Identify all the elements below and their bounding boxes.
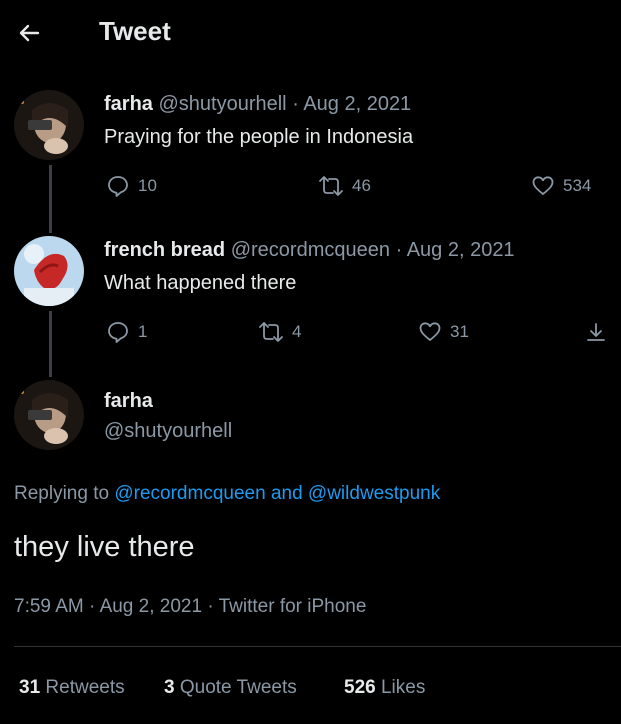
tweet-timestamp: 7:59 AM · Aug 2, 2021 · Twitter for iPho…: [14, 596, 366, 618]
retweet-icon: [318, 174, 344, 198]
like-count: 31: [450, 322, 469, 341]
separator-dot: ·: [292, 93, 299, 115]
page-title: Tweet: [99, 16, 171, 46]
author-handle[interactable]: @shutyourhell: [158, 93, 286, 115]
tweet-text: Praying for the people in Indonesia: [104, 126, 414, 148]
tweet-date[interactable]: Aug 2, 2021: [100, 596, 202, 617]
quote-tweets-count: 3: [164, 677, 175, 698]
likes-stat[interactable]: 526 Likes: [344, 677, 425, 699]
avatar[interactable]: [14, 380, 84, 450]
heart-icon: [531, 174, 555, 198]
replying-to: Replying to @recordmcqueen and @wildwest…: [14, 483, 440, 505]
share-icon: [584, 320, 608, 344]
tweet-text: What happened there: [104, 272, 297, 294]
reply-icon: [106, 320, 130, 344]
mention-link[interactable]: @recordmcqueen: [114, 483, 265, 504]
avatar[interactable]: [14, 90, 84, 160]
author-handle[interactable]: @recordmcqueen: [231, 239, 390, 261]
retweet-count: 4: [292, 322, 302, 341]
like-button[interactable]: 31: [418, 320, 469, 344]
tweet-source[interactable]: Twitter for iPhone: [219, 596, 367, 617]
likes-count: 526: [344, 677, 376, 698]
arrow-left-icon[interactable]: [16, 20, 42, 46]
retweet-count: 46: [352, 176, 371, 195]
retweets-count: 31: [19, 677, 41, 698]
tweet-header: farha @shutyourhell · Aug 2, 2021: [104, 93, 411, 116]
quote-tweets-label: Quote Tweets: [179, 677, 297, 698]
retweet-button[interactable]: 46: [318, 174, 371, 198]
reply-count: 10: [138, 176, 157, 195]
replying-and: and: [270, 483, 303, 504]
tweet-date[interactable]: Aug 2, 2021: [407, 239, 515, 261]
replying-label: Replying to: [14, 483, 110, 504]
author-name[interactable]: farha: [104, 390, 153, 413]
reply-count: 1: [138, 322, 148, 341]
thread-line: [49, 165, 52, 233]
mention-link[interactable]: @wildwestpunk: [308, 483, 440, 504]
separator-dot: ·: [207, 596, 214, 617]
like-count: 534: [563, 176, 592, 195]
top-bar: Tweet: [0, 0, 621, 66]
retweet-icon: [258, 320, 284, 344]
tweet-time[interactable]: 7:59 AM: [14, 596, 84, 617]
tweet-header: french bread @recordmcqueen · Aug 2, 202…: [104, 239, 515, 262]
retweets-stat[interactable]: 31 Retweets: [19, 677, 125, 699]
likes-label: Likes: [380, 677, 426, 698]
like-button[interactable]: 534: [531, 174, 591, 198]
divider: [14, 646, 621, 647]
retweets-label: Retweets: [45, 677, 125, 698]
avatar[interactable]: [14, 236, 84, 306]
thread-line: [49, 311, 52, 377]
separator-dot: ·: [89, 596, 96, 617]
reply-button[interactable]: 1: [106, 320, 147, 344]
quote-tweets-stat[interactable]: 3 Quote Tweets: [164, 677, 297, 699]
author-name[interactable]: farha: [104, 93, 153, 115]
share-button[interactable]: [584, 320, 608, 344]
reply-button[interactable]: 10: [106, 174, 157, 198]
heart-icon: [418, 320, 442, 344]
author-name[interactable]: french bread: [104, 239, 225, 261]
tweet-date[interactable]: Aug 2, 2021: [303, 93, 411, 115]
retweet-button[interactable]: 4: [258, 320, 301, 344]
author-handle[interactable]: @shutyourhell: [104, 420, 232, 443]
separator-dot: ·: [395, 239, 403, 261]
reply-icon: [106, 174, 130, 198]
main-tweet-text: they live there: [14, 531, 195, 563]
